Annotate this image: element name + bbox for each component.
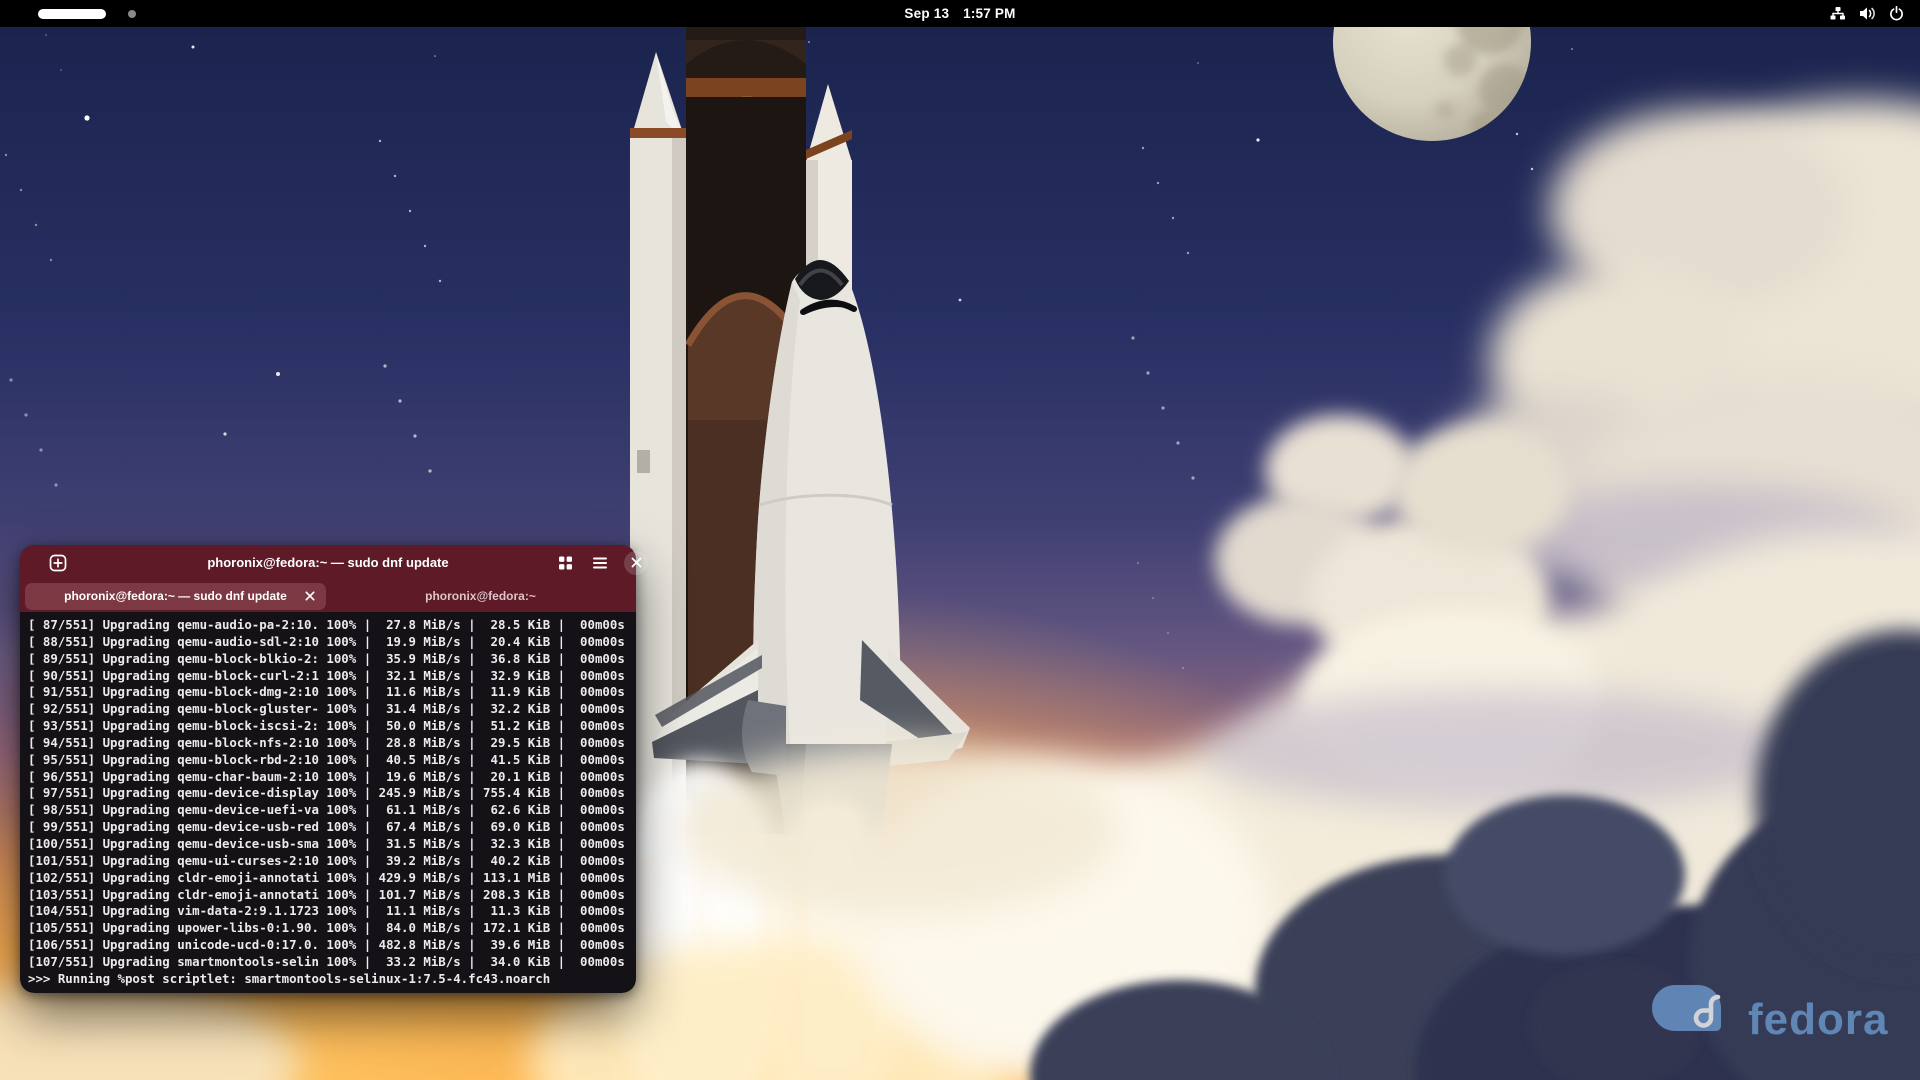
tab-label: phoronix@fedora:~ — [425, 589, 536, 603]
terminal-line: [107/551] Upgrading smartmontools-selin … — [28, 954, 636, 971]
terminal-line: [105/551] Upgrading upower-libs-0:1.90. … — [28, 920, 636, 937]
terminal-line: [100/551] Upgrading qemu-device-usb-sma … — [28, 836, 636, 853]
tab-sudo-dnf-update[interactable]: phoronix@fedora:~ — sudo dnf update — [25, 583, 326, 610]
terminal-line: [106/551] Upgrading unicode-ucd-0:17.0. … — [28, 937, 636, 954]
fedora-wordmark: fedora — [1748, 995, 1888, 1044]
tab-overview-button[interactable] — [558, 555, 573, 570]
date-label: Sep 13 — [904, 6, 949, 21]
window-title: phoronix@fedora:~ — sudo dnf update — [207, 555, 448, 570]
terminal-line: [ 99/551] Upgrading qemu-device-usb-red … — [28, 819, 636, 836]
close-window-button[interactable] — [624, 551, 648, 575]
system-status-area[interactable] — [1830, 0, 1904, 27]
terminal-line: [ 90/551] Upgrading qemu-block-curl-2:1 … — [28, 668, 636, 685]
tab-bar: phoronix@fedora:~ — sudo dnf update phor… — [20, 580, 636, 612]
terminal-line: [ 91/551] Upgrading qemu-block-dmg-2:10 … — [28, 684, 636, 701]
terminal-line: [101/551] Upgrading qemu-ui-curses-2:10 … — [28, 853, 636, 870]
clock-button[interactable]: Sep 13 1:57 PM — [0, 0, 1920, 27]
network-wired-icon — [1830, 6, 1846, 21]
terminal-titlebar[interactable]: phoronix@fedora:~ — sudo dnf update — [20, 545, 636, 580]
terminal-line: [ 98/551] Upgrading qemu-device-uefi-va … — [28, 802, 636, 819]
tab-home[interactable]: phoronix@fedora:~ — [330, 583, 631, 610]
terminal-line: [ 96/551] Upgrading qemu-char-baum-2:10 … — [28, 769, 636, 786]
power-icon — [1889, 6, 1904, 21]
terminal-line: [ 89/551] Upgrading qemu-block-blkio-2: … — [28, 651, 636, 668]
terminal-line: [103/551] Upgrading cldr-emoji-annotati … — [28, 887, 636, 904]
terminal-line: [104/551] Upgrading vim-data-2:9.1.1723 … — [28, 903, 636, 920]
tab-label: phoronix@fedora:~ — sudo dnf update — [64, 589, 287, 603]
terminal-line: [ 87/551] Upgrading qemu-audio-pa-2:10. … — [28, 617, 636, 634]
new-tab-button[interactable] — [48, 553, 68, 573]
terminal-window: phoronix@fedora:~ — sudo dnf update — [20, 545, 636, 993]
tab-close-icon[interactable] — [305, 591, 315, 601]
desktop: fedora Sep 13 1:57 PM — [0, 0, 1920, 1080]
menu-button[interactable] — [592, 557, 608, 569]
terminal-line: [ 88/551] Upgrading qemu-audio-sdl-2:10 … — [28, 634, 636, 651]
terminal-line: [ 95/551] Upgrading qemu-block-rbd-2:10 … — [28, 752, 636, 769]
volume-icon — [1859, 6, 1876, 21]
terminal-line: [102/551] Upgrading cldr-emoji-annotati … — [28, 870, 636, 887]
gnome-top-bar: Sep 13 1:57 PM — [0, 0, 1920, 27]
terminal-line: [ 94/551] Upgrading qemu-block-nfs-2:10 … — [28, 735, 636, 752]
terminal-line: [ 93/551] Upgrading qemu-block-iscsi-2: … — [28, 718, 636, 735]
terminal-line: [ 92/551] Upgrading qemu-block-gluster- … — [28, 701, 636, 718]
time-label: 1:57 PM — [963, 6, 1015, 21]
terminal-line: [ 97/551] Upgrading qemu-device-display … — [28, 785, 636, 802]
terminal-output[interactable]: [ 87/551] Upgrading qemu-audio-pa-2:10. … — [20, 612, 636, 993]
terminal-line: >>> Running %post scriptlet: smartmontoo… — [28, 971, 636, 988]
